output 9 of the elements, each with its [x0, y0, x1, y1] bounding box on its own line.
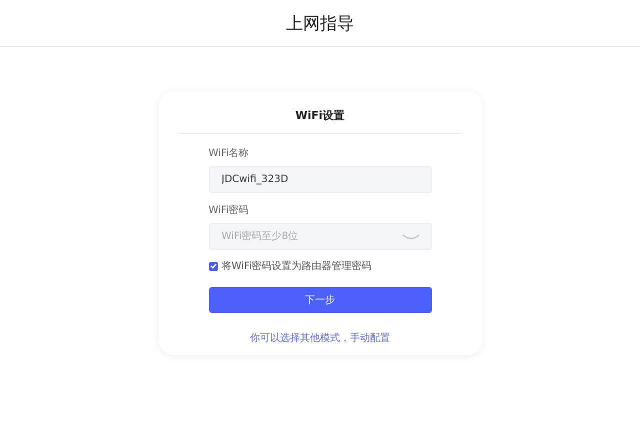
password-field[interactable]: WiFi密码至少8位	[208, 223, 432, 250]
manual-config-link[interactable]: 你可以选择其他模式，手动配置	[250, 333, 390, 344]
next-button[interactable]: 下一步	[208, 287, 432, 313]
checkbox-label: 将WiFi密码设置为路由器管理密码	[222, 260, 372, 273]
checkbox[interactable]	[208, 262, 218, 270]
field-label: WiFi密码	[208, 205, 250, 217]
page-title: 上网指导	[286, 12, 354, 34]
field-label: WiFi名称	[208, 148, 250, 160]
card-title: WiFi设置	[178, 108, 462, 134]
